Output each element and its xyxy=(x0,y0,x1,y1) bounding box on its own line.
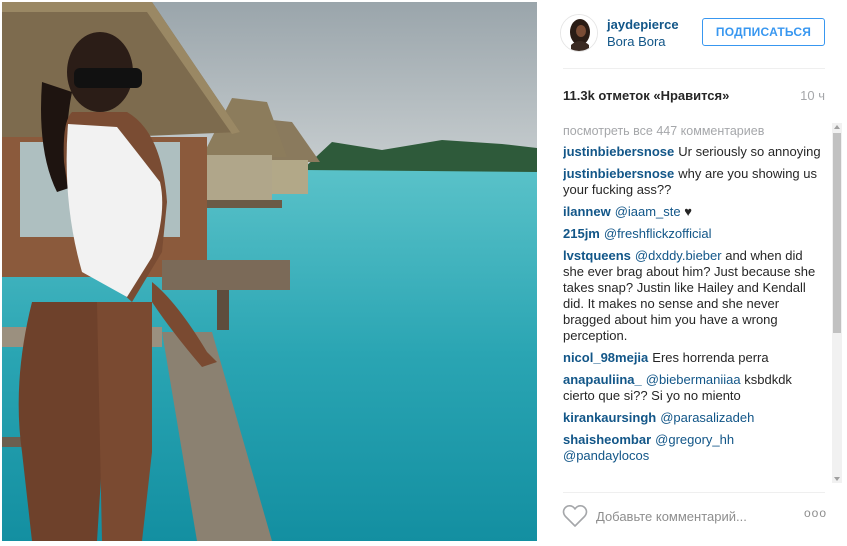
comment-mention[interactable]: @biebermaniiaa xyxy=(646,372,741,387)
comment-item: justinbiebersnose why are you showing us … xyxy=(563,166,821,198)
avatar[interactable] xyxy=(560,14,598,52)
username-link[interactable]: jaydepierce xyxy=(607,17,679,32)
comment-text: Eres horrenda perra xyxy=(652,350,769,365)
comment-mention[interactable]: @parasalizadeh xyxy=(660,410,754,425)
comment-username[interactable]: 215jm xyxy=(563,226,600,241)
location-link[interactable]: Bora Bora xyxy=(607,34,666,49)
comment-username[interactable]: justinbiebersnose xyxy=(563,144,674,159)
comment-username[interactable]: nicol_98mejia xyxy=(563,350,648,365)
comment-item: kirankaursingh @parasalizadeh xyxy=(563,410,821,426)
comment-text: ♥ xyxy=(684,204,692,219)
footer-divider xyxy=(563,492,825,493)
more-options-icon[interactable]: ooo xyxy=(804,506,827,520)
comment-mention[interactable]: @iaam_ste xyxy=(615,204,681,219)
comment-username[interactable]: justinbiebersnose xyxy=(563,166,674,181)
comments-list: посмотреть все 447 комментариев justinbi… xyxy=(563,123,821,483)
comment-text: Ur seriously so annoying xyxy=(678,144,821,159)
post-age: 10 ч xyxy=(800,88,825,103)
comments-scrollbar[interactable] xyxy=(832,123,842,483)
comment-item: anapauliina_ @biebermaniiaa ksbdkdk ciert… xyxy=(563,372,821,404)
likes-count[interactable]: 11.3k отметок «Нравится» xyxy=(563,88,729,103)
heart-outline-icon[interactable] xyxy=(562,504,588,528)
comment-item: shaisheombar @gregory_hh @pandaylocos xyxy=(563,432,821,464)
comment-username[interactable]: shaisheombar xyxy=(563,432,651,447)
comment-mention[interactable]: @dxddy.bieber xyxy=(635,248,722,263)
comment-item: ilannew @iaam_ste ♥ xyxy=(563,204,821,220)
comment-item: nicol_98mejia Eres horrenda perra xyxy=(563,350,821,366)
follow-button[interactable]: ПОДПИСАТЬСЯ xyxy=(702,18,825,46)
header-divider xyxy=(563,68,825,69)
post-header: jaydepierce Bora Bora ПОДПИСАТЬСЯ xyxy=(560,14,829,54)
photo-image xyxy=(2,2,537,541)
comment-item: justinbiebersnose Ur seriously so annoyin… xyxy=(563,144,821,160)
comment-username[interactable]: anapauliina_ xyxy=(563,372,642,387)
comment-username[interactable]: ilannew xyxy=(563,204,611,219)
avatar-image xyxy=(561,15,597,51)
add-comment-input[interactable] xyxy=(596,505,786,527)
comment-item: lvstqueens @dxddy.bieber and when did she… xyxy=(563,248,821,344)
view-all-comments-link[interactable]: посмотреть все 447 комментариев xyxy=(563,123,821,139)
post-photo[interactable] xyxy=(2,2,537,541)
scroll-up-arrow-icon[interactable] xyxy=(834,125,840,129)
comment-item: 215jm @freshflickzofficial xyxy=(563,226,821,242)
comment-username[interactable]: lvstqueens xyxy=(563,248,631,263)
scroll-down-arrow-icon[interactable] xyxy=(834,477,840,481)
post-sidebar: jaydepierce Bora Bora ПОДПИСАТЬСЯ 11.3k … xyxy=(546,0,847,546)
scrollbar-thumb[interactable] xyxy=(833,133,841,333)
comment-username[interactable]: kirankaursingh xyxy=(563,410,656,425)
comment-mention[interactable]: @freshflickzofficial xyxy=(604,226,712,241)
